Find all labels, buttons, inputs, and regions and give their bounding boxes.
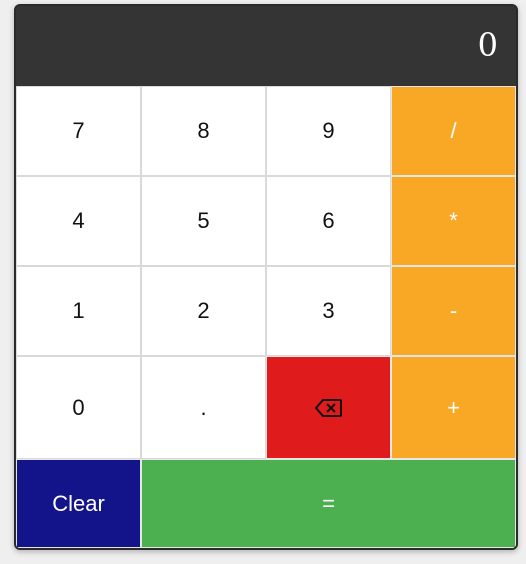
key-6[interactable]: 6 xyxy=(266,176,391,266)
key-1[interactable]: 1 xyxy=(16,266,141,356)
add-button[interactable]: + xyxy=(391,356,516,459)
subtract-button[interactable]: - xyxy=(391,266,516,356)
display: 0 xyxy=(16,6,516,86)
equals-button[interactable]: = xyxy=(141,459,516,548)
key-4[interactable]: 4 xyxy=(16,176,141,266)
multiply-button[interactable]: * xyxy=(391,176,516,266)
decimal-button[interactable]: . xyxy=(141,356,266,459)
display-value: 0 xyxy=(477,26,498,64)
clear-button[interactable]: Clear xyxy=(16,459,141,548)
key-3[interactable]: 3 xyxy=(266,266,391,356)
key-0[interactable]: 0 xyxy=(16,356,141,459)
backspace-button[interactable] xyxy=(266,356,391,459)
key-2[interactable]: 2 xyxy=(141,266,266,356)
key-7[interactable]: 7 xyxy=(16,86,141,176)
calculator: 0 7 8 9 / 4 5 6 * 1 2 3 - 0 . + Clear = xyxy=(14,4,518,550)
backspace-icon xyxy=(314,398,343,418)
key-9[interactable]: 9 xyxy=(266,86,391,176)
keypad: 7 8 9 / 4 5 6 * 1 2 3 - 0 . + Clear = xyxy=(16,86,516,548)
divide-button[interactable]: / xyxy=(391,86,516,176)
key-5[interactable]: 5 xyxy=(141,176,266,266)
key-8[interactable]: 8 xyxy=(141,86,266,176)
